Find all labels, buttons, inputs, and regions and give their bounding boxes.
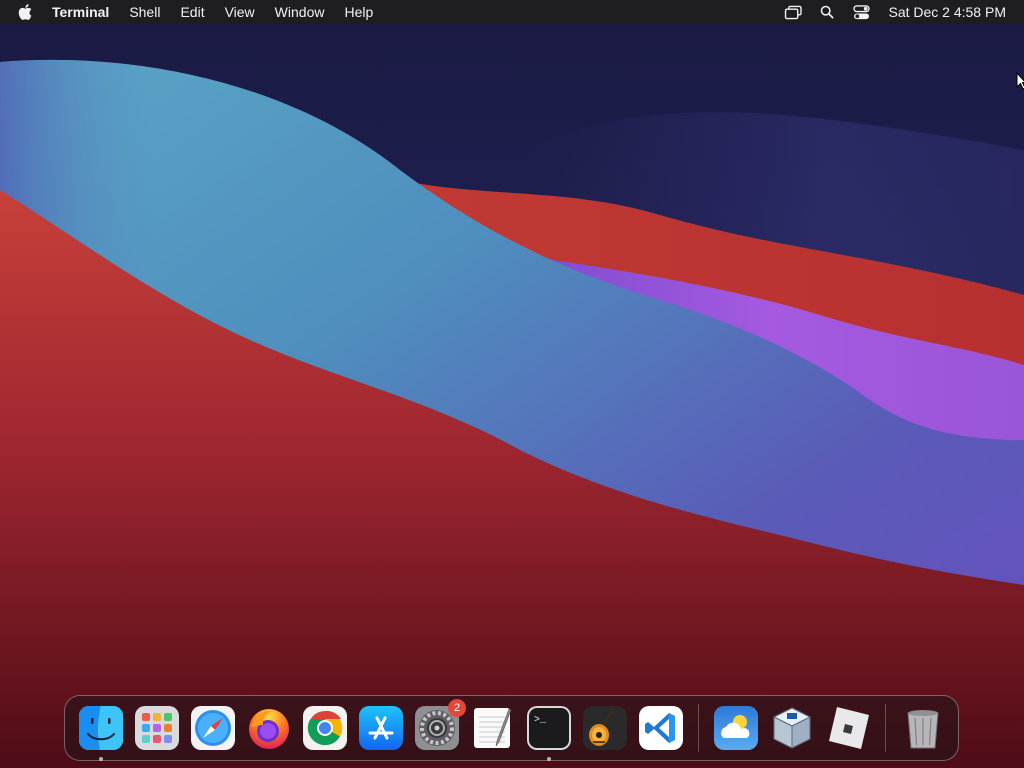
menu-view[interactable]: View [215,0,265,24]
terminal-icon: >_ [527,706,571,750]
menu-shell[interactable]: Shell [119,0,170,24]
dock-safari[interactable] [190,705,236,751]
apple-menu-icon[interactable] [18,3,34,21]
chrome-icon [303,706,347,750]
dock-garageband[interactable] [582,705,628,751]
firefox-icon [249,709,289,749]
dock-finder[interactable] [78,705,124,761]
menu-bar: Terminal Shell Edit View Window Help Sat… [0,0,1024,24]
dock-textedit[interactable] [470,705,516,751]
running-indicator [99,757,103,761]
weather-icon [714,706,758,750]
menu-edit[interactable]: Edit [170,0,214,24]
garageband-icon [583,706,627,750]
dock-terminal[interactable]: >_ [526,705,572,761]
dock-roblox[interactable] [825,705,871,751]
dock-weather[interactable] [713,705,759,751]
dock-chrome[interactable] [302,705,348,751]
notification-badge: 2 [448,699,466,717]
app-store-icon [359,706,403,750]
mouse-cursor-icon [1016,72,1024,90]
dock-launchpad[interactable] [134,705,180,751]
textedit-icon [474,708,512,748]
app-menu-terminal[interactable]: Terminal [42,0,119,24]
dock-system-preferences[interactable]: 2 [414,699,466,751]
dock-app-store[interactable] [358,705,404,751]
launchpad-icon [135,706,179,750]
dock-firefox[interactable] [246,705,292,751]
roblox-icon [829,707,869,749]
screen-mirroring-icon[interactable] [783,4,803,20]
dock-vscode[interactable] [638,705,684,751]
dock-virtualbox[interactable] [769,705,815,751]
running-indicator [547,757,551,761]
virtualbox-icon [772,707,812,749]
desktop-wallpaper [0,0,1024,768]
dock-trash[interactable] [900,705,946,751]
dock: 2 >_ [64,695,959,761]
finder-icon [79,706,123,750]
svg-text:>_: >_ [534,715,547,726]
menu-bar-clock[interactable]: Sat Dec 2 4:58 PM [878,4,1006,20]
trash-icon [907,710,939,749]
search-icon[interactable] [817,4,837,20]
menu-help[interactable]: Help [334,0,383,24]
vscode-icon [639,706,683,750]
control-center-icon[interactable] [851,4,871,20]
safari-icon [191,706,235,750]
desktop[interactable]: Terminal Shell Edit View Window Help Sat… [0,0,1024,768]
dock-separator [885,704,886,752]
menu-window[interactable]: Window [265,0,335,24]
dock-separator [698,704,699,752]
